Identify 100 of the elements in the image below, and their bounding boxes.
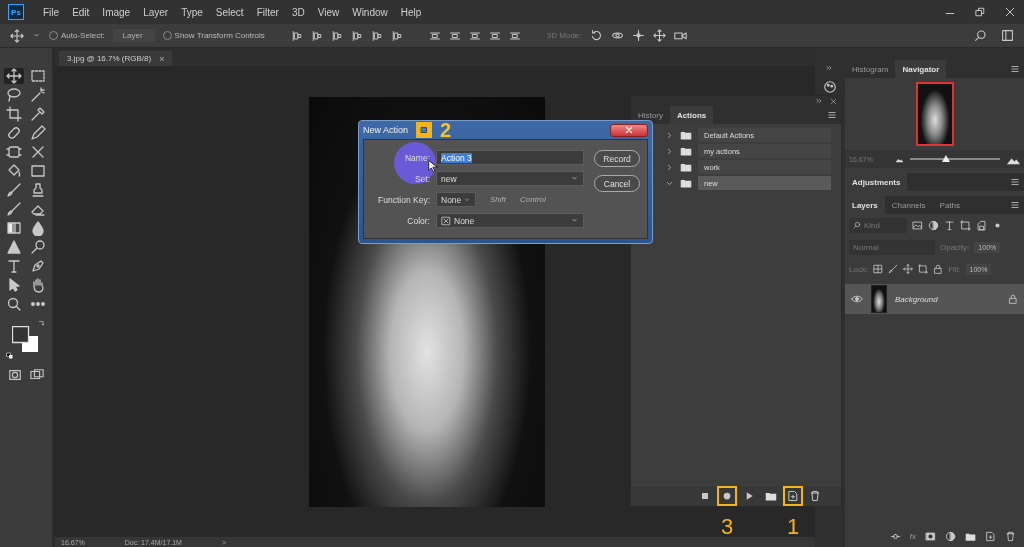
- image-icon[interactable]: [912, 219, 923, 231]
- move-icon[interactable]: [903, 264, 914, 274]
- search-icon[interactable]: [974, 29, 987, 42]
- dialog-button[interactable]: Record: [594, 150, 640, 167]
- type-icon[interactable]: [944, 219, 955, 231]
- camera-icon[interactable]: [673, 29, 687, 42]
- set-dropdown[interactable]: new: [436, 171, 584, 186]
- transform-icon[interactable]: [960, 219, 971, 231]
- color-dropdown[interactable]: None: [436, 213, 584, 228]
- restore-icon[interactable]: [974, 6, 986, 18]
- chevron-right-icon[interactable]: [665, 130, 674, 140]
- frame-icon[interactable]: [4, 144, 24, 160]
- move-icon[interactable]: [4, 68, 24, 84]
- menu-item[interactable]: Filter: [256, 6, 279, 18]
- panel-tab[interactable]: Paths: [932, 196, 968, 214]
- close-icon[interactable]: [1004, 6, 1016, 18]
- close-button[interactable]: [610, 123, 648, 137]
- gradient-icon[interactable]: [4, 220, 24, 236]
- screen-mode-icon[interactable]: [30, 368, 44, 382]
- caret-icon: [463, 195, 471, 204]
- menu-item[interactable]: Window: [352, 6, 388, 18]
- menu-item[interactable]: Image: [102, 6, 131, 18]
- distribute-icon[interactable]: [488, 29, 501, 42]
- layer-row[interactable]: Background: [845, 284, 1024, 314]
- distribute-icon[interactable]: [508, 29, 521, 42]
- trash-icon[interactable]: [1005, 530, 1016, 542]
- align-icon[interactable]: [350, 29, 363, 42]
- move-icon[interactable]: [10, 28, 24, 43]
- align-icon[interactable]: [330, 29, 343, 42]
- layer-dropdown[interactable]: Layer: [112, 29, 155, 42]
- new-page-icon[interactable]: [985, 530, 996, 542]
- panel-tab[interactable]: History: [631, 106, 670, 124]
- panel-tab[interactable]: Histogram: [845, 60, 896, 78]
- panel-menu-icon[interactable]: [827, 110, 837, 120]
- menu-item[interactable]: View: [317, 6, 340, 18]
- orbit-icon[interactable]: [610, 29, 624, 42]
- checkbox[interactable]: Show Transform Controls: [162, 31, 265, 40]
- marquee-icon[interactable]: [28, 68, 48, 84]
- align-icon[interactable]: [390, 29, 403, 42]
- rectangle-icon[interactable]: [28, 163, 48, 179]
- crosshair-icon[interactable]: [631, 29, 645, 42]
- collapse-icon[interactable]: [816, 97, 824, 105]
- menu-item[interactable]: Layer: [143, 6, 169, 18]
- pencil-icon[interactable]: [28, 125, 48, 141]
- menu-item[interactable]: Help: [400, 6, 422, 18]
- app-logo: Ps: [8, 4, 24, 20]
- default-colors-icon[interactable]: [6, 352, 14, 360]
- quick-mask-icon[interactable]: [8, 368, 22, 382]
- distribute-icon[interactable]: [428, 29, 441, 42]
- panel-tab[interactable]: Navigator: [895, 60, 947, 78]
- panel-menu-icon[interactable]: [1010, 200, 1020, 210]
- align-icon[interactable]: [310, 29, 323, 42]
- menu-item[interactable]: Edit: [72, 6, 90, 18]
- collapse-icon[interactable]: [826, 64, 834, 72]
- panel-tab[interactable]: Layers: [845, 196, 885, 214]
- menu-item[interactable]: Select: [215, 6, 244, 18]
- document-tab[interactable]: 3.jpg @ 16.7% (RGB/8) ×: [59, 51, 173, 66]
- panel-tab[interactable]: Adjustments: [845, 173, 908, 191]
- layer-thumbnail: [871, 285, 887, 313]
- close-icon[interactable]: [830, 97, 837, 105]
- panel-tab[interactable]: Channels: [884, 196, 933, 214]
- chevron-right-icon[interactable]: [665, 146, 674, 156]
- crop-icon[interactable]: [4, 106, 24, 122]
- checkbox[interactable]: Auto-Select:: [49, 31, 105, 40]
- panel-menu-icon[interactable]: [1010, 64, 1020, 74]
- panel-menu-icon[interactable]: [1010, 177, 1020, 187]
- checker-icon[interactable]: [873, 264, 884, 274]
- move-icon[interactable]: [652, 29, 666, 42]
- palette-icon[interactable]: [823, 80, 837, 94]
- panel-tab[interactable]: Actions: [669, 106, 714, 124]
- chevron-right-icon[interactable]: [665, 162, 674, 172]
- fx-button[interactable]: fx: [909, 531, 916, 541]
- caret-icon[interactable]: [32, 31, 41, 40]
- dialog-button[interactable]: Cancel: [594, 175, 640, 192]
- distribute-icon[interactable]: [468, 29, 481, 42]
- name-field[interactable]: Action 3: [436, 150, 584, 165]
- color-swatches-icon[interactable]: [12, 326, 39, 353]
- menu-item[interactable]: Type: [181, 6, 203, 18]
- zoom-slider-thumb[interactable]: [942, 155, 950, 162]
- mask-icon[interactable]: [925, 530, 936, 542]
- align-icon[interactable]: [290, 29, 303, 42]
- search-icon: [853, 221, 861, 229]
- swap-icon[interactable]: [38, 320, 46, 328]
- lock-icon[interactable]: [933, 264, 944, 274]
- half-circle-icon[interactable]: [945, 530, 956, 542]
- menu-item[interactable]: 3D: [291, 6, 305, 18]
- rotate-icon[interactable]: [589, 29, 603, 42]
- close-tab-button[interactable]: ×: [159, 53, 165, 64]
- workspace-icon[interactable]: [1001, 29, 1014, 42]
- brush-icon[interactable]: [888, 264, 899, 274]
- artboard-icon[interactable]: [918, 264, 929, 274]
- function-key-dropdown[interactable]: None: [436, 192, 476, 207]
- half-circle-icon[interactable]: [928, 219, 939, 231]
- align-icon[interactable]: [370, 29, 383, 42]
- menu-item[interactable]: File: [43, 6, 60, 18]
- document-icon[interactable]: [976, 219, 987, 231]
- dialog-title: New Action: [363, 125, 409, 135]
- eye-icon[interactable]: [851, 293, 863, 305]
- distribute-icon[interactable]: [448, 29, 461, 42]
- folder-icon: [680, 177, 692, 189]
